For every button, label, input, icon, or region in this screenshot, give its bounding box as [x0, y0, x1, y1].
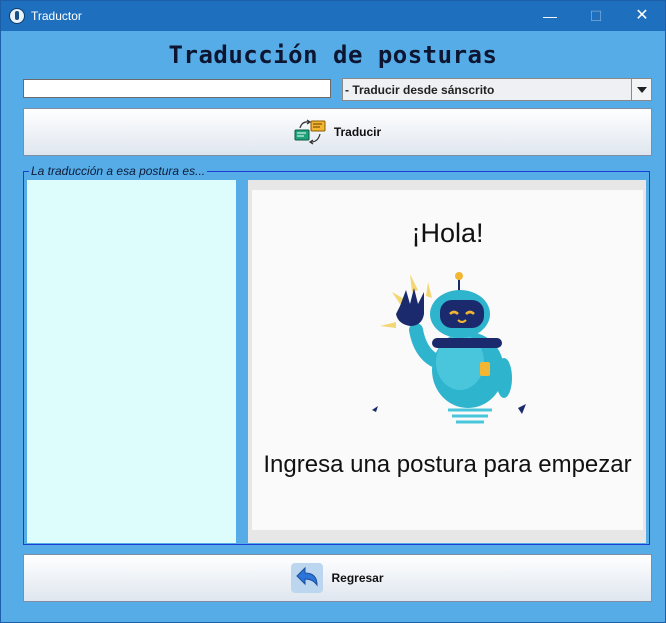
illustration-panel: ¡Hola! Ingresa una postura para empezar [248, 180, 646, 543]
back-button[interactable]: Regresar [23, 554, 652, 602]
back-arrow-icon [291, 563, 324, 593]
app-window: Traductor — ☐ ✕ Traducción de posturas -… [0, 0, 666, 623]
close-button[interactable]: ✕ [619, 1, 665, 31]
translate-button[interactable]: Traducir [23, 108, 652, 156]
title-bar[interactable]: Traductor — ☐ ✕ [1, 1, 665, 31]
maximize-button[interactable]: ☐ [573, 1, 619, 31]
window-title: Traductor [31, 9, 82, 23]
page-title: Traducción de posturas [168, 41, 498, 69]
translate-button-label: Traducir [333, 125, 382, 139]
waving-robot-icon [372, 272, 526, 424]
result-list[interactable] [27, 180, 236, 543]
panel-divider [236, 180, 248, 543]
minimize-button[interactable]: — [527, 1, 573, 31]
start-prompt-text: Ingresa una postura para empezar [263, 451, 632, 478]
translation-result-group: La traducción a esa postura es... ¡Hola! [23, 164, 650, 545]
greeting-text: ¡Hola! [411, 218, 484, 248]
back-button-label: Regresar [331, 571, 384, 585]
chevron-down-icon[interactable] [631, 79, 651, 100]
posture-input[interactable] [23, 79, 331, 98]
app-icon [9, 8, 25, 24]
translate-icon [294, 119, 326, 145]
select-value: - Traducir desde sánscrito [345, 83, 495, 97]
translation-mode-select[interactable]: - Traducir desde sánscrito [342, 78, 652, 101]
result-group-legend: La traducción a esa postura es... [29, 164, 208, 178]
illustration-card: ¡Hola! Ingresa una postura para empezar [252, 190, 643, 530]
